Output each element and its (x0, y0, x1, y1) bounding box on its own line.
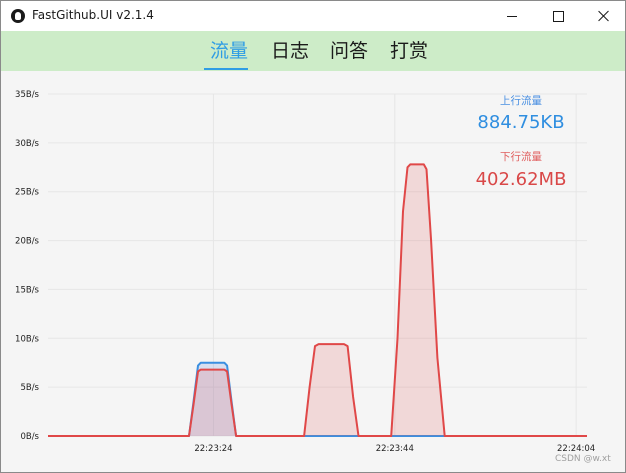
minimize-button[interactable] (489, 1, 535, 31)
y-tick-label: 35B/s (15, 90, 40, 100)
x-tick-label: 22:24:04 (557, 444, 595, 454)
app-logo-icon (11, 9, 25, 23)
tab-faq[interactable]: 问答 (330, 38, 368, 64)
tab-bar: 流量 日志 问答 打赏 (1, 31, 625, 71)
tab-traffic[interactable]: 流量 (210, 38, 248, 64)
close-button[interactable] (581, 1, 625, 31)
x-tick-label: 22:23:44 (376, 444, 414, 454)
y-tick-label: 5B/s (20, 383, 39, 393)
maximize-icon (552, 10, 564, 22)
y-tick-label: 20B/s (15, 237, 40, 247)
title-bar[interactable]: FastGithub.UI v2.1.4 (1, 1, 625, 31)
app-window: FastGithub.UI v2.1.4 流量 日志 问答 打赏 0B/s 5B/… (0, 0, 626, 473)
watermark: CSDN @w.xt (555, 454, 611, 464)
upload-value: 884.75KB (477, 112, 565, 133)
minimize-icon (507, 15, 517, 17)
upload-label: 上行流量 (500, 95, 542, 107)
download-label: 下行流量 (500, 151, 542, 163)
maximize-button[interactable] (535, 1, 581, 31)
close-icon (598, 10, 610, 22)
window-title: FastGithub.UI v2.1.4 (32, 8, 154, 22)
tab-logs[interactable]: 日志 (271, 38, 309, 64)
y-tick-label: 15B/s (15, 285, 40, 295)
download-value: 402.62MB (475, 169, 567, 190)
series-area (48, 164, 587, 436)
tab-donate[interactable]: 打赏 (390, 38, 428, 64)
x-tick-label: 22:23:24 (194, 444, 232, 454)
active-tab-indicator (204, 68, 248, 70)
y-tick-label: 0B/s (20, 432, 39, 442)
y-tick-label: 30B/s (15, 139, 40, 149)
y-tick-label: 25B/s (15, 188, 40, 198)
y-tick-label: 10B/s (15, 334, 40, 344)
